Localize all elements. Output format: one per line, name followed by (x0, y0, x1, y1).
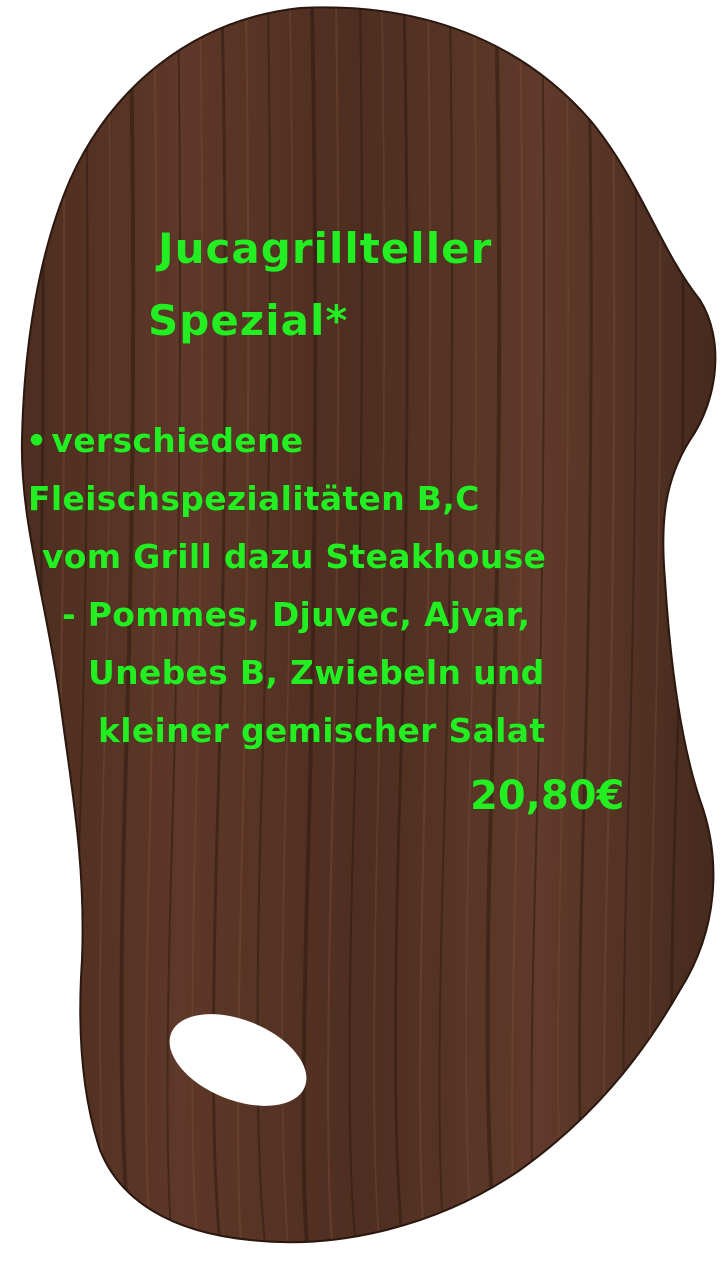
dish-title-line-2: Spezial* (148, 296, 349, 345)
description-line-2: Fleischspezialitäten B,C (28, 479, 480, 518)
dish-title-line-1: Jucagrillteller (158, 224, 493, 273)
price-label: 20,80€ (470, 773, 625, 819)
description-line-3: vom Grill dazu Steakhouse (42, 537, 547, 576)
description-line-5: Unebes B, Zwiebeln und (88, 653, 545, 692)
bullet-icon: • (26, 421, 48, 460)
description-line-6: kleiner gemischer Salat (98, 711, 546, 750)
description-line-4: - Pommes, Djuvec, Ajvar, (62, 595, 531, 634)
wooden-cutting-board-icon (20, 6, 717, 1244)
menu-card: Jucagrillteller Spezial* • verschiedene F… (0, 0, 720, 1280)
description-line-1: • verschiedene (26, 424, 303, 457)
description-line-1-text: verschiedene (51, 421, 304, 460)
